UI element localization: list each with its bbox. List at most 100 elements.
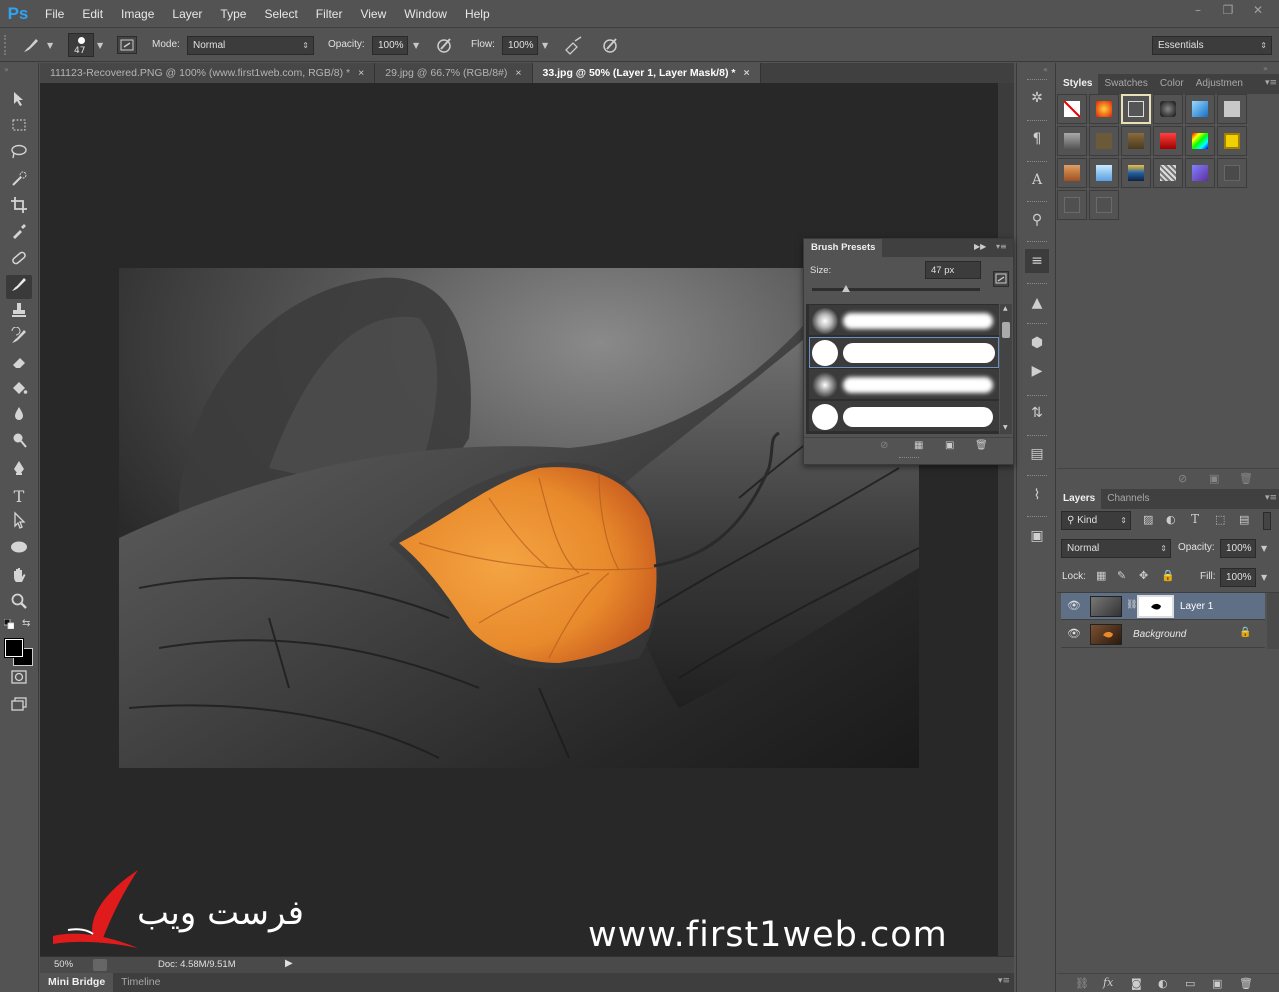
status-menu-arrow-icon[interactable]: ▶ [285, 958, 293, 969]
scroll-down-icon[interactable]: ▼ [1003, 424, 1008, 431]
document-canvas[interactable] [40, 83, 998, 956]
paragraph-panel-icon[interactable]: ¶ [1025, 127, 1049, 151]
history-brush-tool-icon[interactable] [6, 326, 32, 351]
slider-thumb[interactable] [841, 285, 850, 292]
pressure-size-icon[interactable] [600, 35, 622, 55]
clear-style-icon[interactable]: ⊘ [1178, 472, 1187, 485]
photo-leaf-on-bark[interactable] [119, 268, 919, 768]
tab-document-1[interactable]: 111123-Recovered.PNG @ 100% (www.first1w… [40, 63, 376, 83]
menu-image[interactable]: Image [112, 7, 163, 21]
expand-icon[interactable]: ▶▶ [974, 242, 986, 251]
marquee-tool-icon[interactable] [6, 117, 32, 141]
blend-mode-select[interactable]: Normal ⇕ [1061, 539, 1171, 558]
navigator-panel-icon[interactable]: ✲ [1025, 86, 1049, 110]
clone-source-panel-icon[interactable]: ⚲ [1025, 208, 1049, 232]
style-swatch-selected[interactable] [1121, 94, 1151, 124]
opacity-input[interactable]: 100% [372, 36, 408, 55]
workspace-select[interactable]: Essentials ⇕ [1152, 36, 1272, 55]
new-layer-icon[interactable]: ▣ [1212, 977, 1222, 990]
ellipse-tool-icon[interactable] [6, 538, 32, 562]
layer-row-background[interactable]: 👁 Background 🔒 [1061, 621, 1265, 648]
screen-mode-icon[interactable] [6, 696, 32, 720]
tab-color[interactable]: Color [1154, 74, 1190, 94]
actions-panel-icon[interactable]: ▶ [1025, 359, 1049, 383]
brush-picker[interactable]: 47 [68, 33, 94, 57]
restore-button[interactable]: ❐ [1215, 2, 1241, 18]
brush-preset-soft-round-1[interactable] [809, 305, 999, 336]
eraser-tool-icon[interactable] [6, 353, 32, 377]
style-swatch[interactable] [1089, 94, 1119, 124]
foreground-color-swatch[interactable] [5, 639, 23, 657]
close-tab-icon[interactable]: × [358, 67, 364, 79]
layer-opacity-input[interactable]: 100% [1220, 539, 1256, 558]
style-swatch[interactable] [1153, 126, 1183, 156]
layer-opacity-dropdown-icon[interactable]: ▼ [1261, 544, 1267, 553]
tab-adjustments[interactable]: Adjustmen [1190, 74, 1249, 94]
menu-view[interactable]: View [351, 7, 395, 21]
clone-stamp-tool-icon[interactable] [6, 301, 32, 325]
histogram-panel-icon[interactable]: ▲ [1025, 291, 1049, 315]
paths-panel-icon[interactable]: ⌇ [1025, 483, 1049, 507]
tab-layers[interactable]: Layers [1057, 489, 1102, 509]
healing-brush-tool-icon[interactable] [6, 249, 32, 273]
mask-link-icon[interactable]: ⛓ [1126, 600, 1137, 610]
layer-mask-thumbnail[interactable] [1137, 595, 1174, 618]
adjustment-layer-icon[interactable]: ◐ [1158, 977, 1168, 990]
layer-filter-kind-select[interactable]: ⚲ Kind ⇕ [1061, 511, 1131, 530]
tab-styles[interactable]: Styles [1057, 74, 1099, 94]
style-swatch[interactable] [1185, 126, 1215, 156]
tool-preset-dropdown-icon[interactable]: ▼ [47, 41, 53, 50]
menu-file[interactable]: File [36, 7, 73, 21]
brush-panel-icon[interactable]: ≡ [1025, 249, 1049, 273]
new-group-icon[interactable]: ▭ [1185, 977, 1195, 990]
flow-input[interactable]: 100% [502, 36, 538, 55]
vertical-scrollbar[interactable] [998, 83, 1014, 956]
tab-document-3[interactable]: 33.jpg @ 50% (Layer 1, Layer Mask/8) * × [532, 63, 761, 83]
style-swatch[interactable] [1057, 126, 1087, 156]
fill-input[interactable]: 100% [1220, 568, 1256, 587]
brush-panel-toggle-icon[interactable] [993, 271, 1009, 287]
3d-panel-icon[interactable]: ⬢ [1025, 331, 1049, 355]
toggle-brush-panel-icon[interactable]: ⊘ [880, 440, 888, 451]
brush-size-slider[interactable] [812, 285, 980, 292]
lock-position-icon[interactable]: ✥ [1139, 569, 1148, 582]
menu-edit[interactable]: Edit [73, 7, 112, 21]
brush-list-scrollbar[interactable]: ▲ ▼ [1000, 304, 1012, 434]
style-swatch[interactable] [1217, 158, 1247, 188]
filter-type-icon[interactable]: T [1191, 512, 1199, 526]
tab-document-2[interactable]: 29.jpg @ 66.7% (RGB/8#) × [375, 63, 533, 83]
new-brush-icon[interactable]: ▣ [945, 440, 954, 451]
collapse-toolbar-icon[interactable]: » [4, 65, 9, 74]
character-panel-icon[interactable]: A [1025, 168, 1049, 192]
history-panel-icon[interactable]: ⇅ [1025, 401, 1049, 425]
layer-row-layer-1[interactable]: 👁 ⛓ Layer 1 [1061, 593, 1265, 620]
style-swatch[interactable] [1089, 158, 1119, 188]
delete-brush-icon[interactable]: 🗑 [975, 440, 988, 451]
lock-all-icon[interactable]: 🔒 [1161, 569, 1175, 582]
layer-name[interactable]: Background [1133, 629, 1186, 640]
layers-scrollbar[interactable] [1267, 593, 1279, 649]
crop-tool-icon[interactable] [6, 196, 32, 220]
style-swatch[interactable] [1153, 94, 1183, 124]
lasso-tool-icon[interactable] [6, 143, 32, 167]
style-swatch[interactable] [1217, 94, 1247, 124]
status-info-icon[interactable] [93, 959, 107, 971]
quick-mask-icon[interactable] [6, 669, 32, 693]
close-tab-icon[interactable]: × [515, 67, 521, 79]
brush-presets-title[interactable]: Brush Presets [804, 239, 883, 257]
mode-select[interactable]: Normal ⇕ [187, 36, 314, 55]
dodge-tool-icon[interactable] [6, 431, 32, 455]
fill-dropdown-icon[interactable]: ▼ [1261, 573, 1267, 582]
panel-menu-icon[interactable]: ▾≡ [996, 242, 1007, 251]
menu-help[interactable]: Help [456, 7, 499, 21]
airbrush-icon[interactable] [563, 35, 585, 55]
quick-selection-tool-icon[interactable] [6, 170, 32, 194]
minimize-button[interactable]: – [1185, 2, 1211, 18]
hand-tool-icon[interactable] [6, 566, 32, 590]
style-swatch[interactable] [1121, 158, 1151, 188]
tab-channels[interactable]: Channels [1101, 489, 1155, 509]
style-swatch[interactable] [1185, 158, 1215, 188]
notes-panel-icon[interactable]: ▤ [1025, 442, 1049, 466]
delete-style-icon[interactable]: 🗑 [1239, 472, 1253, 485]
pressure-opacity-icon[interactable] [434, 35, 456, 55]
